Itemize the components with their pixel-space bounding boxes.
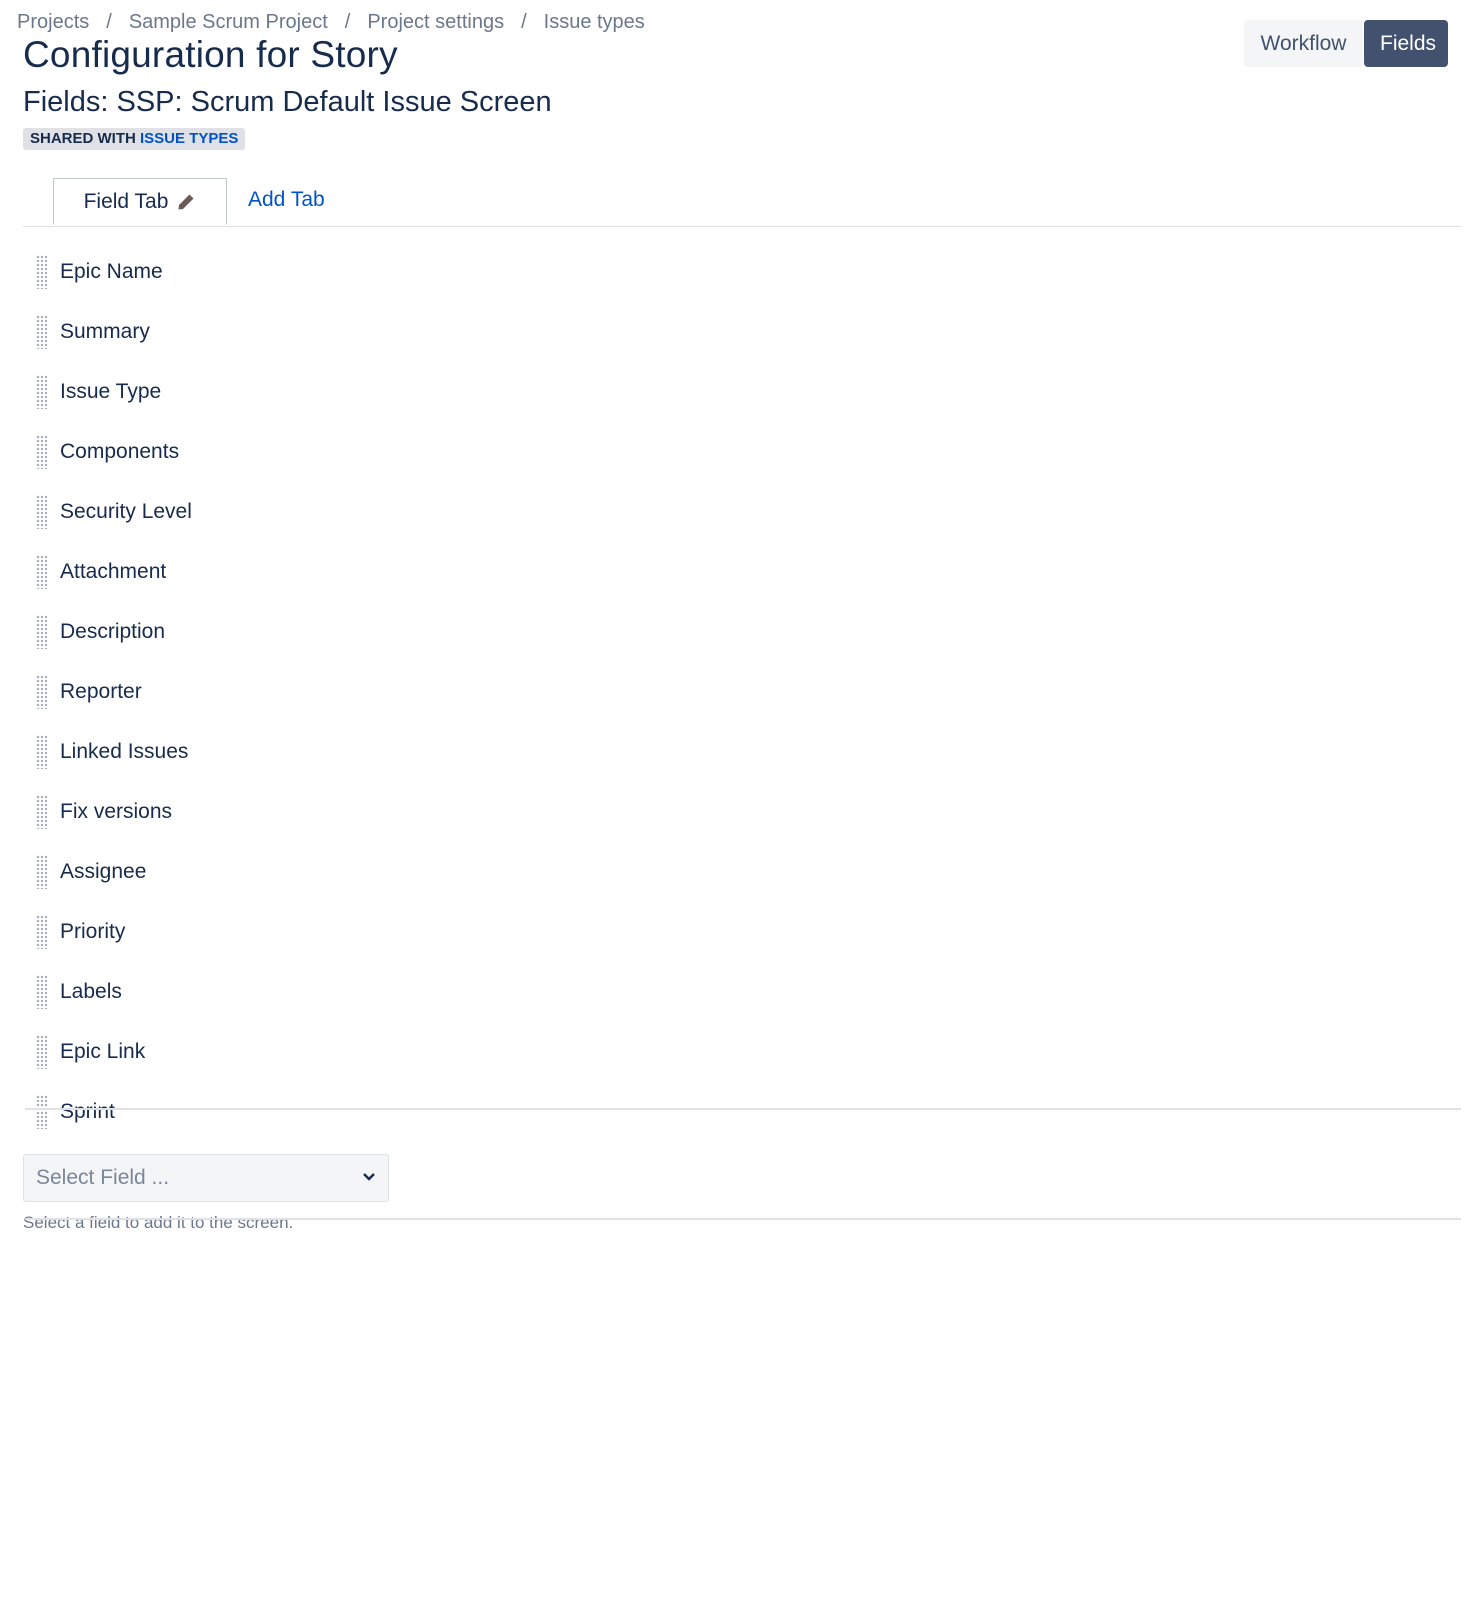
field-label: Security Level <box>60 500 192 523</box>
drag-handle-icon[interactable] <box>36 375 48 409</box>
page: Projects / Sample Scrum Project / Projec… <box>0 0 1472 1611</box>
field-row[interactable]: Labels <box>23 962 1461 1022</box>
breadcrumb-issue-types[interactable]: Issue types <box>544 11 645 34</box>
field-row[interactable]: Components <box>23 422 1461 482</box>
select-field-placeholder: Select Field ... <box>36 1166 170 1189</box>
field-row[interactable]: Issue Type <box>23 362 1461 422</box>
screen-tabs: Field Tab Add Tab <box>23 178 1461 227</box>
drag-handle-icon[interactable] <box>36 555 48 589</box>
field-row[interactable]: Assignee <box>23 842 1461 902</box>
field-label: Epic Name <box>60 260 163 283</box>
drag-handle-icon[interactable] <box>36 855 48 889</box>
divider <box>25 1218 1461 1220</box>
field-row[interactable]: Epic Name <box>23 242 1461 302</box>
breadcrumb-separator: / <box>521 10 527 33</box>
view-toggle: Workflow Fields <box>1244 20 1448 67</box>
fields-button[interactable]: Fields <box>1364 20 1448 67</box>
field-label: Summary <box>60 320 150 343</box>
workflow-button[interactable]: Workflow <box>1244 20 1363 67</box>
field-row[interactable]: Sprint <box>23 1082 1461 1142</box>
drag-handle-icon[interactable] <box>36 975 48 1009</box>
select-field-hint: Select a field to add it to the screen. <box>23 1213 294 1232</box>
field-label: Priority <box>60 920 126 943</box>
field-row[interactable]: Reporter <box>23 662 1461 722</box>
breadcrumb: Projects / Sample Scrum Project / Projec… <box>17 8 645 36</box>
breadcrumb-separator: / <box>106 10 112 33</box>
pencil-icon[interactable] <box>176 192 196 212</box>
breadcrumb-project[interactable]: Sample Scrum Project <box>129 11 328 34</box>
drag-handle-icon[interactable] <box>36 255 48 289</box>
field-label: Fix versions <box>60 800 173 823</box>
field-label: Attachment <box>60 560 167 583</box>
tab-label: Field Tab <box>83 189 169 213</box>
field-row[interactable]: Linked Issues <box>23 722 1461 782</box>
field-label: Linked Issues <box>60 740 189 763</box>
field-label: Description <box>60 620 166 643</box>
field-label: Sprint <box>60 1100 115 1123</box>
breadcrumb-projects[interactable]: Projects <box>17 11 89 34</box>
drag-handle-icon[interactable] <box>36 1095 48 1129</box>
breadcrumb-separator: / <box>344 10 351 33</box>
divider <box>25 1108 1461 1110</box>
drag-handle-icon[interactable] <box>36 915 48 949</box>
field-row[interactable]: Description <box>23 602 1461 662</box>
field-label: Components <box>60 440 180 463</box>
field-label: Epic Link <box>60 1040 146 1063</box>
add-tab-link[interactable]: Add Tab <box>248 188 325 212</box>
select-field-dropdown[interactable]: Select Field ... <box>23 1154 389 1202</box>
field-label: Assignee <box>60 860 147 883</box>
field-row[interactable]: Fix versions <box>23 782 1461 842</box>
field-list: Epic Name Summary Issue Type Components Secu… <box>23 242 1461 1142</box>
drag-handle-icon[interactable] <box>36 1035 48 1069</box>
field-label: Labels <box>60 980 122 1003</box>
drag-handle-icon[interactable] <box>36 675 48 709</box>
drag-handle-icon[interactable] <box>36 435 48 469</box>
drag-handle-icon[interactable] <box>36 495 48 529</box>
screen-title: Fields: SSP: Scrum Default Issue Screen <box>23 86 552 118</box>
field-row[interactable]: Summary <box>23 302 1461 362</box>
tab-field-tab[interactable]: Field Tab <box>53 178 227 225</box>
drag-handle-icon[interactable] <box>36 795 48 829</box>
drag-handle-icon[interactable] <box>36 315 48 349</box>
field-row[interactable]: Security Level <box>23 482 1461 542</box>
shared-with-label: SHARED WITH <box>30 130 136 147</box>
field-row[interactable]: Epic Link <box>23 1022 1461 1082</box>
shared-with-badge: SHARED WITH ISSUE TYPES <box>23 128 246 150</box>
drag-handle-icon[interactable] <box>36 615 48 649</box>
shared-issue-types-link[interactable]: ISSUE TYPES <box>140 130 238 147</box>
field-row[interactable]: Priority <box>23 902 1461 962</box>
breadcrumb-project-settings[interactable]: Project settings <box>367 11 504 34</box>
drag-handle-icon[interactable] <box>36 735 48 769</box>
field-label: Issue Type <box>60 380 162 403</box>
chevron-down-icon <box>362 1169 376 1187</box>
field-label: Reporter <box>60 680 142 703</box>
page-title: Configuration for Story <box>23 34 398 75</box>
field-row[interactable]: Attachment <box>23 542 1461 602</box>
